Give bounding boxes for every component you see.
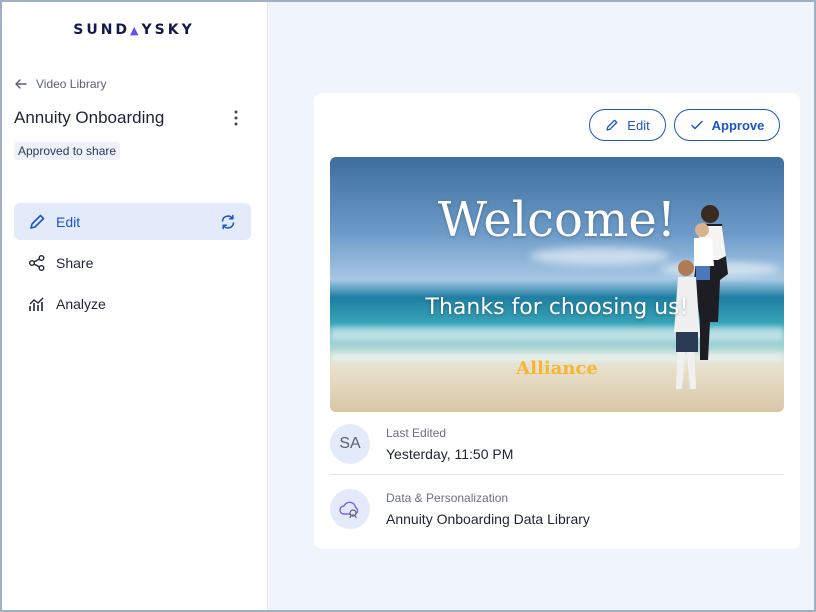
approve-button[interactable]: Approve [674, 109, 780, 141]
data-icon-circle [330, 489, 370, 529]
video-subtitle: Thanks for choosing us! [425, 295, 689, 320]
back-to-video-library[interactable]: Video Library [14, 77, 107, 91]
sundaysky-logo: SUND▲YSKY [73, 22, 195, 38]
status-badge: Approved to share [14, 142, 121, 160]
cloud-data-icon [339, 501, 359, 519]
sidebar: SUND▲YSKY Video Library Annuity Onboardi… [0, 0, 268, 612]
avatar: SA [330, 423, 370, 464]
sidebar-item-share[interactable]: Share [14, 244, 251, 281]
edit-button[interactable]: Edit [589, 109, 666, 141]
data-personalization-row[interactable]: Data & Personalization Annuity Onboardin… [330, 478, 784, 540]
sidebar-item-analyze[interactable]: Analyze [14, 285, 251, 322]
last-edited-row: SA Last Edited Yesterday, 11:50 PM [330, 413, 784, 475]
data-library-name[interactable]: Annuity Onboarding Data Library [386, 511, 590, 527]
sidebar-nav: Edit Share Analyze [14, 203, 251, 326]
video-card: Edit Approve Welcome! Thanks for choosin… [314, 93, 800, 549]
back-label: Video Library [36, 77, 107, 91]
title-row: Annuity Onboarding [14, 106, 246, 130]
cloud [530, 247, 670, 265]
video-brand: Alliance [516, 358, 598, 379]
sidebar-item-label: Share [56, 254, 94, 271]
chart-icon [29, 297, 44, 311]
data-label: Data & Personalization [386, 491, 509, 505]
approve-button-label: Approve [711, 117, 765, 133]
pencil-icon [30, 214, 45, 229]
video-headline: Welcome! [437, 192, 677, 248]
kebab-menu-icon [234, 110, 238, 126]
refresh-icon[interactable] [219, 213, 237, 231]
video-preview[interactable]: Welcome! Thanks for choosing us! Allianc… [330, 157, 784, 412]
share-icon [29, 254, 45, 271]
more-options-button[interactable] [226, 106, 246, 130]
check-icon [690, 120, 703, 130]
last-edited-label: Last Edited [386, 425, 447, 440]
sidebar-item-label: Analyze [56, 295, 106, 312]
last-edited-value: Yesterday, 11:50 PM [386, 445, 514, 462]
edit-button-label: Edit [627, 117, 650, 133]
page-title: Annuity Onboarding [14, 108, 165, 127]
data-info: Data & Personalization Annuity Onboardin… [386, 491, 590, 527]
sidebar-item-label: Edit [56, 213, 81, 230]
arrow-left-icon [15, 79, 27, 89]
sidebar-item-edit[interactable]: Edit [14, 203, 251, 240]
last-edited-info: Last Edited Yesterday, 11:50 PM [386, 426, 513, 462]
pencil-icon [606, 119, 618, 131]
